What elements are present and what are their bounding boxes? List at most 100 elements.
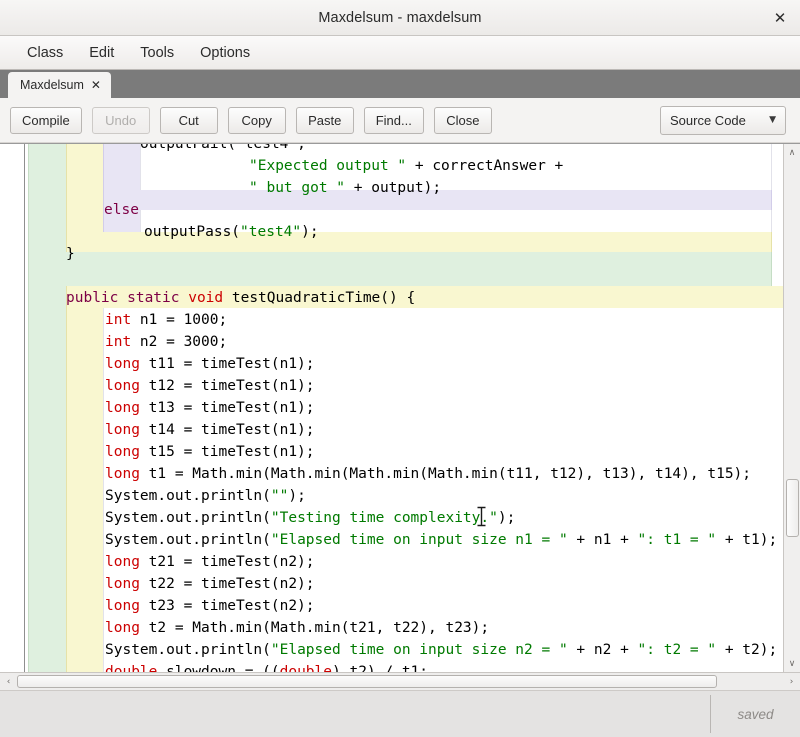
code-line[interactable]: int n2 = 3000; bbox=[0, 331, 783, 353]
code-line-content: else bbox=[0, 199, 783, 221]
code-line[interactable]: int n1 = 1000; bbox=[0, 309, 783, 331]
code-line-content: System.out.println("Elapsed time on inpu… bbox=[0, 639, 783, 661]
code-token: long bbox=[105, 598, 140, 614]
code-token: testQuadraticTime() { bbox=[223, 290, 416, 306]
find-button[interactable]: Find... bbox=[363, 106, 424, 134]
code-line-content: long t13 = timeTest(n1); bbox=[0, 397, 783, 419]
view-mode-dropdown[interactable]: Source Code ▼ bbox=[660, 105, 786, 135]
code-token: System.out.println( bbox=[105, 488, 271, 504]
scroll-up-icon[interactable]: ∧ bbox=[784, 144, 800, 161]
tab-maxdelsum[interactable]: Maxdelsum ✕ bbox=[8, 72, 111, 98]
code-line[interactable]: System.out.println("Testing time complex… bbox=[0, 507, 783, 529]
code-token: + output); bbox=[345, 180, 442, 196]
code-line[interactable]: long t1 = Math.min(Math.min(Math.min(Mat… bbox=[0, 463, 783, 485]
code-token: ": t1 = " bbox=[637, 532, 717, 548]
editor-toolbar: Compile Undo Cut Copy Paste Find... Close Sour… bbox=[0, 98, 800, 143]
code-token: double bbox=[279, 664, 332, 672]
code-line[interactable]: long t11 = timeTest(n1); bbox=[0, 353, 783, 375]
copy-button[interactable]: Copy bbox=[227, 106, 286, 134]
code-token: t15 = timeTest(n1); bbox=[139, 444, 315, 460]
code-token: ); bbox=[497, 510, 516, 526]
vertical-scrollbar-track[interactable] bbox=[784, 161, 800, 655]
code-line[interactable]: double slowdown = ((double) t2) / t1; bbox=[0, 661, 783, 672]
menu-item-class[interactable]: Class bbox=[14, 42, 76, 64]
code-line[interactable]: System.out.println(""); bbox=[0, 485, 783, 507]
code-token: outputPass( bbox=[144, 224, 241, 240]
code-line-content: "Expected output " + correctAnswer + bbox=[0, 155, 783, 177]
code-token: long bbox=[105, 400, 140, 416]
code-line[interactable]: long t21 = timeTest(n2); bbox=[0, 551, 783, 573]
code-token: ": t2 = " bbox=[637, 642, 717, 658]
code-line-content: long t15 = timeTest(n1); bbox=[0, 441, 783, 463]
code-token: t2 = Math.min(Math.min(t21, t22), t23); bbox=[139, 620, 490, 636]
window-close-icon[interactable]: ✕ bbox=[769, 7, 791, 29]
tab-close-icon[interactable]: ✕ bbox=[91, 78, 101, 92]
scroll-right-icon[interactable]: › bbox=[783, 673, 800, 691]
code-token: void bbox=[188, 290, 224, 306]
saved-status-label: saved bbox=[737, 706, 774, 722]
code-line-content: outputFail("test4", bbox=[0, 144, 783, 155]
code-line-content: long t11 = timeTest(n1); bbox=[0, 353, 783, 375]
code-line[interactable]: long t12 = timeTest(n1); bbox=[0, 375, 783, 397]
scroll-down-icon[interactable]: ∨ bbox=[784, 655, 800, 672]
compile-button[interactable]: Compile bbox=[10, 106, 82, 134]
code-line[interactable]: outputFail("test4", bbox=[0, 144, 783, 155]
code-token: ); bbox=[288, 488, 306, 504]
editor-area: outputFail("test4", "Expected output " + … bbox=[0, 143, 800, 672]
code-line[interactable]: else bbox=[0, 199, 783, 221]
code-line-content: } bbox=[0, 243, 783, 265]
code-token: System.out.println( bbox=[105, 510, 271, 526]
scroll-left-icon[interactable]: ‹ bbox=[0, 673, 17, 691]
code-token: System.out.println( bbox=[105, 642, 271, 658]
horizontal-scrollbar-thumb[interactable] bbox=[17, 674, 717, 688]
code-line[interactable]: public static void testQuadraticTime() { bbox=[0, 287, 783, 309]
code-line-content: " but got " + output); bbox=[0, 177, 783, 199]
code-line[interactable]: " but got " + output); bbox=[0, 177, 783, 199]
status-bar-left bbox=[0, 691, 710, 737]
code-text[interactable]: outputFail("test4", "Expected output " + … bbox=[0, 144, 783, 672]
code-token: double bbox=[105, 664, 158, 672]
code-token: + n2 + bbox=[567, 642, 638, 658]
code-line-content: long t1 = Math.min(Math.min(Math.min(Mat… bbox=[0, 463, 783, 485]
code-token: + t1); bbox=[716, 532, 778, 548]
code-line[interactable]: long t14 = timeTest(n1); bbox=[0, 419, 783, 441]
menu-item-options[interactable]: Options bbox=[187, 42, 263, 64]
code-token: int bbox=[105, 334, 132, 350]
code-token: n1 = 1000; bbox=[131, 312, 228, 328]
vertical-scrollbar-thumb[interactable] bbox=[785, 479, 799, 537]
code-line[interactable]: long t2 = Math.min(Math.min(t21, t22), t… bbox=[0, 617, 783, 639]
menu-bar: Class Edit Tools Options bbox=[0, 36, 800, 70]
code-token: "" bbox=[270, 488, 289, 504]
code-token: long bbox=[105, 378, 140, 394]
menu-item-tools[interactable]: Tools bbox=[127, 42, 187, 64]
code-token: "test4" bbox=[240, 224, 302, 240]
code-line[interactable]: } bbox=[0, 243, 783, 265]
code-line[interactable]: System.out.println("Elapsed time on inpu… bbox=[0, 529, 783, 551]
code-line[interactable]: long t23 = timeTest(n2); bbox=[0, 595, 783, 617]
cut-button[interactable]: Cut bbox=[159, 106, 218, 134]
code-token: t11 = timeTest(n1); bbox=[139, 356, 315, 372]
code-token: t21 = timeTest(n2); bbox=[139, 554, 315, 570]
code-viewport[interactable]: outputFail("test4", "Expected output " + … bbox=[0, 144, 783, 672]
code-line[interactable]: outputPass("test4"); bbox=[0, 221, 783, 243]
code-token: t1 = Math.min(Math.min(Math.min(Math.min… bbox=[139, 466, 752, 482]
horizontal-scrollbar[interactable]: ‹ › bbox=[0, 672, 800, 690]
horizontal-scrollbar-track[interactable] bbox=[17, 673, 783, 691]
code-line[interactable]: System.out.println("Elapsed time on inpu… bbox=[0, 639, 783, 661]
code-line[interactable]: long t13 = timeTest(n1); bbox=[0, 397, 783, 419]
code-line[interactable] bbox=[0, 265, 783, 287]
toolbar-button-group: Compile Undo Cut Copy Paste Find... Close bbox=[10, 106, 492, 134]
code-token: long bbox=[105, 356, 140, 372]
code-line[interactable]: long t15 = timeTest(n1); bbox=[0, 441, 783, 463]
code-line[interactable]: long t22 = timeTest(n2); bbox=[0, 573, 783, 595]
code-line-content: double slowdown = ((double) t2) / t1; bbox=[0, 661, 783, 672]
code-token: n2 = 3000; bbox=[131, 334, 228, 350]
paste-button[interactable]: Paste bbox=[295, 106, 354, 134]
code-token: long bbox=[105, 554, 140, 570]
close-button[interactable]: Close bbox=[433, 106, 492, 134]
menu-item-edit[interactable]: Edit bbox=[76, 42, 127, 64]
code-token: t12 = timeTest(n1); bbox=[139, 378, 315, 394]
vertical-scrollbar[interactable]: ∧ ∨ bbox=[783, 144, 800, 672]
code-line[interactable]: "Expected output " + correctAnswer + bbox=[0, 155, 783, 177]
chevron-down-icon: ▼ bbox=[769, 115, 776, 125]
